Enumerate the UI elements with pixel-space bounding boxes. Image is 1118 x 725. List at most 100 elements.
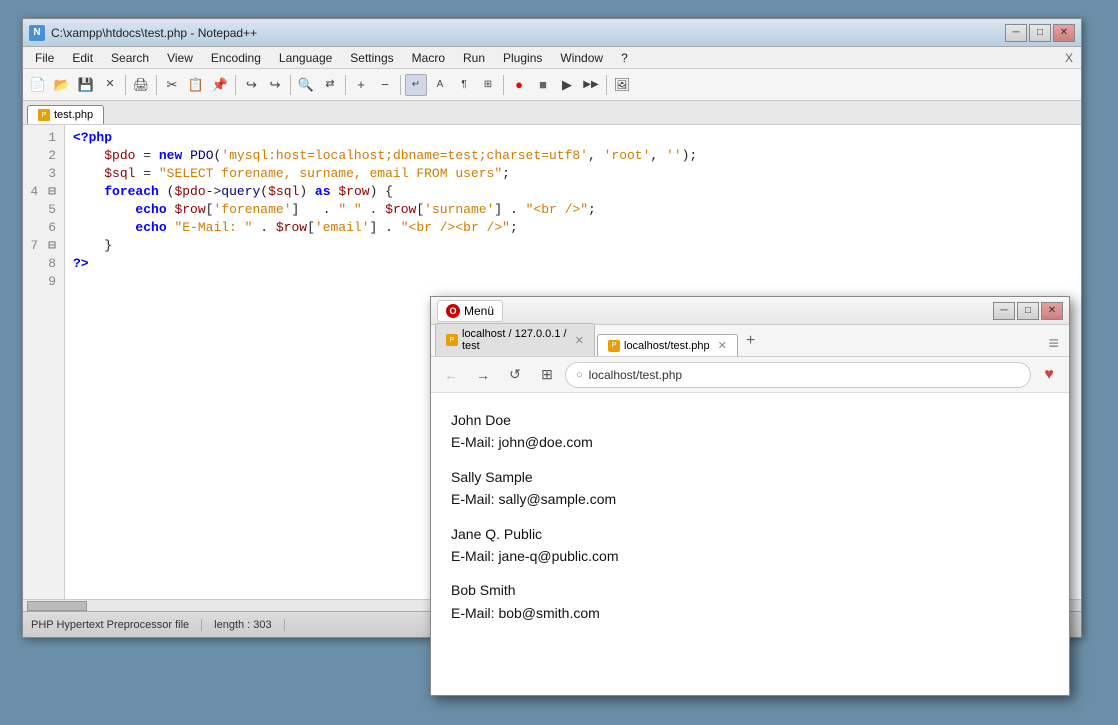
tb-zoomout-button[interactable]: − <box>374 74 396 96</box>
fold-7[interactable]: ⊟ <box>46 237 56 255</box>
person-1-email: E-Mail: sally@sample.com <box>451 488 1049 510</box>
npp-app-icon: N <box>29 25 45 41</box>
opera-maximize-button[interactable]: □ <box>1017 302 1039 320</box>
opera-toolbar: ← → ↺ ⊞ ○ localhost/test.php ♥ <box>431 357 1069 393</box>
tb-close-button[interactable]: ✕ <box>99 74 121 96</box>
tb-undo-button[interactable]: ↩ <box>240 74 262 96</box>
menu-close-x[interactable]: X <box>1065 51 1077 65</box>
tb-btn-b[interactable]: ¶ <box>453 74 475 96</box>
tb-sep-3 <box>235 75 236 95</box>
opera-titlebar: O Menü ─ □ ✕ <box>431 297 1069 325</box>
tb-extra-button[interactable]: 🖼 <box>611 74 633 96</box>
person-3-block: Bob Smith E-Mail: bob@smith.com <box>451 579 1049 624</box>
opera-favorite-button[interactable]: ♥ <box>1035 361 1063 389</box>
tb-print-button[interactable]: 🖨 <box>130 74 152 96</box>
person-1-name: Sally Sample <box>451 466 1049 488</box>
menu-plugins[interactable]: Plugins <box>495 49 550 67</box>
person-2-name: Jane Q. Public <box>451 523 1049 545</box>
npp-close-button[interactable]: ✕ <box>1053 24 1075 42</box>
opera-tab-1-label: localhost/test.php <box>624 340 710 352</box>
tb-cut-button[interactable]: ✂ <box>161 74 183 96</box>
opera-tab-0-icon: P <box>446 334 458 346</box>
opera-addressbar[interactable]: ○ localhost/test.php <box>565 362 1031 388</box>
person-2-email: E-Mail: jane-q@public.com <box>451 545 1049 567</box>
line-numbers: 1 2 3 4 ⊟ 5 6 7 ⊟ 8 9 <box>23 125 65 611</box>
opera-tab-0[interactable]: P localhost / 127.0.0.1 / test ✕ <box>435 323 595 356</box>
tb-sep-6 <box>400 75 401 95</box>
tb-zoomin-button[interactable]: + <box>350 74 372 96</box>
tb-btn-a[interactable]: A <box>429 74 451 96</box>
opera-refresh-button[interactable]: ↺ <box>501 361 529 389</box>
menu-settings[interactable]: Settings <box>342 49 401 67</box>
person-0-email: E-Mail: john@doe.com <box>451 431 1049 453</box>
line-7: 7 ⊟ <box>23 237 64 255</box>
line-4: 4 ⊟ <box>23 183 64 201</box>
tb-record-button[interactable]: ● <box>508 74 530 96</box>
tb-open-button[interactable]: 📂 <box>51 74 73 96</box>
npp-tabbar: P test.php <box>23 101 1081 125</box>
line-9: 9 <box>23 273 64 291</box>
tb-sep-4 <box>290 75 291 95</box>
fold-4[interactable]: ⊟ <box>46 183 56 201</box>
opera-tabs-button[interactable]: ⊞ <box>533 361 561 389</box>
npp-tab-testphp[interactable]: P test.php <box>27 105 104 124</box>
tb-find-button[interactable]: 🔍 <box>295 74 317 96</box>
opera-tab-1[interactable]: P localhost/test.php ✕ <box>597 334 738 356</box>
opera-window: O Menü ─ □ ✕ P localhost / 127.0.0.1 / t… <box>430 296 1070 696</box>
tb-sep-8 <box>606 75 607 95</box>
status-length: length : 303 <box>214 619 285 631</box>
status-filetype: PHP Hypertext Preprocessor file <box>31 619 202 631</box>
line-2: 2 <box>23 147 64 165</box>
opera-new-tab-button[interactable]: + <box>740 332 761 350</box>
opera-menu-button[interactable]: O Menü <box>437 300 503 322</box>
opera-content: John Doe E-Mail: john@doe.com Sally Samp… <box>431 393 1069 652</box>
opera-tab-1-close[interactable]: ✕ <box>718 339 727 352</box>
menu-run[interactable]: Run <box>455 49 493 67</box>
menu-edit[interactable]: Edit <box>64 49 101 67</box>
person-0-name: John Doe <box>451 409 1049 431</box>
person-0-block: John Doe E-Mail: john@doe.com <box>451 409 1049 454</box>
tb-play-button[interactable]: ▶ <box>556 74 578 96</box>
menu-language[interactable]: Language <box>271 49 340 67</box>
php-file-icon: P <box>38 109 50 121</box>
tb-sep-7 <box>503 75 504 95</box>
tb-sep-2 <box>156 75 157 95</box>
tb-replace-button[interactable]: ⇄ <box>319 74 341 96</box>
tb-new-button[interactable]: 📄 <box>27 74 49 96</box>
menu-help[interactable]: ? <box>613 49 636 67</box>
npp-minimize-button[interactable]: ─ <box>1005 24 1027 42</box>
menu-macro[interactable]: Macro <box>404 49 453 67</box>
opera-back-button[interactable]: ← <box>437 361 465 389</box>
line-5: 5 <box>23 201 64 219</box>
opera-tabbar: P localhost / 127.0.0.1 / test ✕ P local… <box>431 325 1069 357</box>
line-6: 6 <box>23 219 64 237</box>
npp-tab-label: test.php <box>54 109 93 121</box>
opera-minimize-button[interactable]: ─ <box>993 302 1015 320</box>
tb-savemacro-button[interactable]: ▶▶ <box>580 74 602 96</box>
opera-tab-stack-button[interactable]: ≡ <box>1042 333 1065 354</box>
tb-stop-button[interactable]: ■ <box>532 74 554 96</box>
tb-paste-button[interactable]: 📌 <box>209 74 231 96</box>
hscroll-thumb[interactable] <box>27 601 87 611</box>
tb-save-button[interactable]: 💾 <box>75 74 97 96</box>
opera-tab-0-label: localhost / 127.0.0.1 / test <box>462 328 567 352</box>
menu-encoding[interactable]: Encoding <box>203 49 269 67</box>
menu-search[interactable]: Search <box>103 49 157 67</box>
opera-forward-button[interactable]: → <box>469 361 497 389</box>
menu-view[interactable]: View <box>159 49 201 67</box>
npp-titlebar: N C:\xampp\htdocs\test.php - Notepad++ ─… <box>23 19 1081 47</box>
tb-wrap-button[interactable]: ↵ <box>405 74 427 96</box>
opera-address-globe-icon: ○ <box>576 369 583 381</box>
opera-close-button[interactable]: ✕ <box>1041 302 1063 320</box>
tb-btn-c[interactable]: ⊞ <box>477 74 499 96</box>
menu-window[interactable]: Window <box>552 49 611 67</box>
line-1: 1 <box>23 129 64 147</box>
tb-sep-1 <box>125 75 126 95</box>
tb-redo-button[interactable]: ↪ <box>264 74 286 96</box>
menu-file[interactable]: File <box>27 49 62 67</box>
opera-address-text: localhost/test.php <box>589 368 682 382</box>
opera-tab-0-close[interactable]: ✕ <box>575 334 584 347</box>
npp-menubar: File Edit Search View Encoding Language … <box>23 47 1081 69</box>
npp-maximize-button[interactable]: □ <box>1029 24 1051 42</box>
tb-copy-button[interactable]: 📋 <box>185 74 207 96</box>
